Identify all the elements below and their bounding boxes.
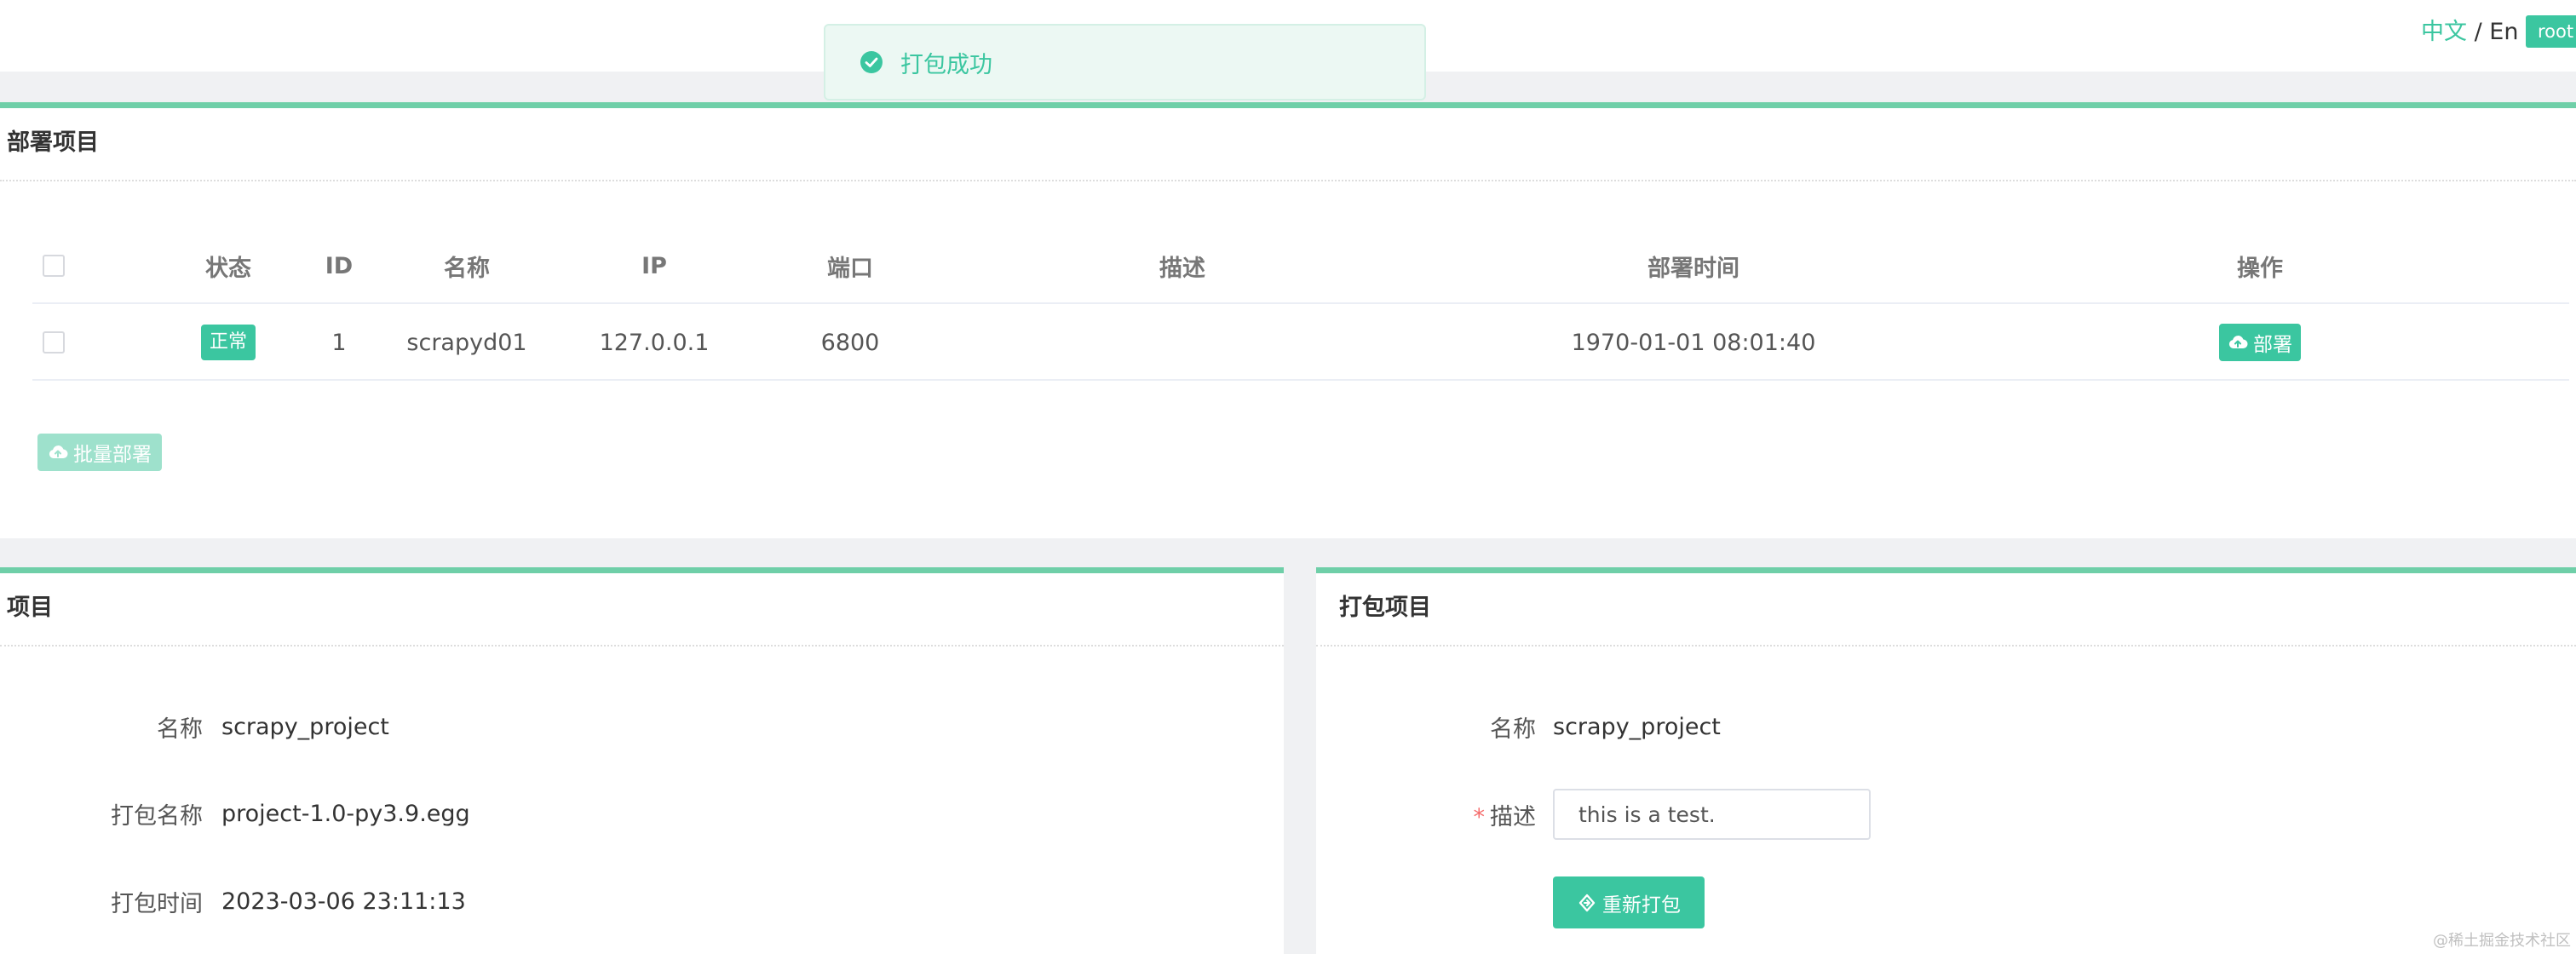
deploy-button-label: 部署 xyxy=(2253,334,2292,356)
language-switcher: 中文 / En xyxy=(2421,19,2518,46)
row-checkbox[interactable] xyxy=(43,331,65,353)
table-header-row: 状态 ID 名称 IP 端口 描述 部署时间 操作 xyxy=(32,227,2569,304)
package-time-row: 打包时间 2023-03-06 23:11:13 xyxy=(51,876,466,927)
watermark: @稀土掘金技术社区 xyxy=(2433,932,2571,950)
project-panel-title: 项目 xyxy=(0,573,1284,647)
project-name-label: 名称 xyxy=(157,716,203,743)
column-header-status[interactable]: 状态 xyxy=(160,227,296,304)
column-header-name[interactable]: 名称 xyxy=(382,227,552,304)
package-time-label: 打包时间 xyxy=(111,890,203,917)
column-header-description[interactable]: 描述 xyxy=(1055,227,1310,304)
description-cell xyxy=(1055,304,1310,381)
required-marker: * xyxy=(1473,803,1486,830)
status-cell: 正常 xyxy=(160,304,296,381)
select-all-cell xyxy=(32,227,75,304)
status-badge: 正常 xyxy=(200,325,256,360)
user-menu-button[interactable]: root xyxy=(2526,15,2576,48)
column-header-deploy-time[interactable]: 部署时间 xyxy=(1523,227,1864,304)
row-select-cell xyxy=(32,304,75,381)
project-name-value: scrapy_project xyxy=(221,713,389,740)
name-cell: scrapyd01 xyxy=(406,329,527,356)
check-circle-icon xyxy=(860,51,883,73)
table-row: 正常 1 scrapyd01 127.0.0.1 6800 1970-01-01… xyxy=(32,304,2569,381)
package-name-row: 打包名称 project-1.0-py3.9.egg xyxy=(51,788,470,839)
deploy-time-cell: 1970-01-01 08:01:40 xyxy=(1571,329,1816,356)
package-project-name-row: 名称 scrapy_project xyxy=(1384,701,1721,752)
deploy-project-panel: 部署项目 状态 ID 名称 IP 端口 描述 部署时间 操作 正常 1 scra… xyxy=(0,102,2576,538)
ip-cell: 127.0.0.1 xyxy=(599,329,710,356)
package-icon xyxy=(1578,894,1596,911)
select-all-checkbox[interactable] xyxy=(43,255,65,277)
repackage-button-label: 重新打包 xyxy=(1602,894,1681,917)
package-project-name-label: 名称 xyxy=(1490,716,1536,743)
deploy-button[interactable]: 部署 xyxy=(2219,324,2301,361)
toast-message: 打包成功 xyxy=(900,51,992,78)
package-name-value: project-1.0-py3.9.egg xyxy=(221,800,470,827)
batch-deploy-button[interactable]: 批量部署 xyxy=(37,434,162,471)
column-header-id[interactable]: ID xyxy=(288,227,390,304)
package-time-value: 2023-03-06 23:11:13 xyxy=(221,888,466,915)
cloud-upload-icon xyxy=(2228,336,2248,349)
package-project-name-value: scrapy_project xyxy=(1553,713,1721,740)
deploy-panel-title: 部署项目 xyxy=(0,108,2576,181)
description-label: 描述 xyxy=(1490,803,1536,830)
port-cell: 6800 xyxy=(820,329,880,356)
description-input[interactable]: this is a test. xyxy=(1553,789,1871,840)
id-cell: 1 xyxy=(331,329,347,356)
package-panel-title: 打包项目 xyxy=(1316,573,2576,647)
lang-separator: / xyxy=(2467,19,2490,45)
column-header-ip[interactable]: IP xyxy=(569,227,739,304)
package-project-panel: 打包项目 xyxy=(1316,567,2576,954)
description-label-wrap: * 描述 xyxy=(1384,798,1537,831)
action-cell: 部署 xyxy=(2175,304,2345,381)
lang-zh-link[interactable]: 中文 xyxy=(2421,19,2467,45)
repackage-button[interactable]: 重新打包 xyxy=(1553,876,1705,928)
description-row: * 描述 xyxy=(1384,789,1537,840)
project-name-row: 名称 scrapy_project xyxy=(51,701,389,752)
column-header-action: 操作 xyxy=(2237,255,2283,282)
lang-en-link[interactable]: En xyxy=(2489,19,2518,45)
package-name-label: 打包名称 xyxy=(111,802,203,830)
success-toast: 打包成功 xyxy=(824,24,1426,101)
batch-deploy-label: 批量部署 xyxy=(73,444,152,466)
deploy-table: 状态 ID 名称 IP 端口 描述 部署时间 操作 正常 1 scrapyd01… xyxy=(32,227,2569,381)
cloud-upload-icon xyxy=(49,445,68,459)
column-header-port[interactable]: 端口 xyxy=(782,227,918,304)
